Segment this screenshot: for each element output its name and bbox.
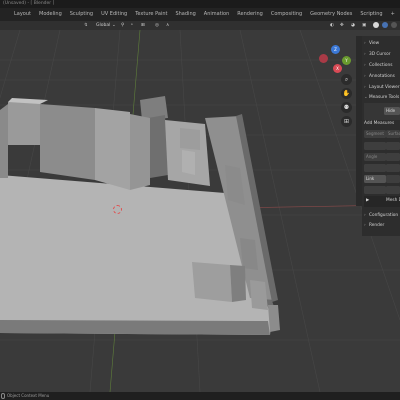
gizmo-x-icon[interactable]	[319, 54, 328, 63]
solid-shading-icon[interactable]	[373, 22, 379, 28]
hide-button[interactable]: Hide	[384, 107, 400, 115]
gizmo-toggle-icon[interactable]: ✥	[340, 22, 344, 29]
pivot-icon[interactable]: ⚲	[121, 22, 124, 29]
measure-option-5[interactable]	[386, 164, 400, 172]
tab-scripting[interactable]: Scripting	[356, 8, 386, 21]
orientation-dropdown[interactable]: Global	[96, 22, 110, 29]
angle-button[interactable]: Angle	[364, 153, 386, 161]
rendered-shading-icon[interactable]	[391, 22, 397, 28]
tab-sculpting[interactable]: Sculpting	[66, 8, 97, 21]
mouse-icon	[1, 393, 5, 399]
status-bar: Object Context Menu	[0, 392, 400, 400]
panel-render[interactable]: › Render	[364, 222, 384, 230]
proportional-edit-icon[interactable]: ◎	[155, 22, 159, 29]
material-shading-icon[interactable]	[382, 22, 388, 28]
measure-option-8[interactable]	[386, 186, 400, 194]
measure-option-4[interactable]	[364, 164, 386, 172]
3d-viewport[interactable]: Z Y X ⌕ ✋ ⚉ ⊞	[0, 30, 400, 392]
snap-target-icon[interactable]: ⊞	[141, 22, 145, 29]
title-bar: (Unsaved) - [ Blender ]	[0, 0, 400, 8]
tab-compositing[interactable]: Compositing	[267, 8, 306, 21]
view-object-types-icon[interactable]: ◐	[330, 22, 334, 29]
falloff-icon[interactable]: ∧	[166, 22, 169, 29]
viewport-header: ↯ Global ⌄ ⚲ ⚬ ⊞ ◎ ∧ ◐ ✥ ◕ ▣	[0, 21, 400, 30]
measure-option-1[interactable]	[364, 142, 386, 150]
panel-layout-viewer[interactable]: › Layout Viewer	[364, 84, 400, 92]
tab-texture-paint[interactable]: Texture Paint	[131, 8, 171, 21]
camera-icon[interactable]: ⚉	[341, 102, 352, 113]
tab-animation[interactable]: Animation	[200, 8, 234, 21]
scene-render	[0, 30, 400, 392]
zoom-icon[interactable]: ⌕	[341, 74, 352, 85]
panel-measure-tools[interactable]: ⌄Measure Tools	[364, 94, 399, 102]
xray-icon[interactable]: ▣	[362, 22, 366, 29]
tab-modeling[interactable]: Modeling	[35, 8, 66, 21]
gizmo-y-icon[interactable]: Y	[342, 56, 351, 65]
panel-view[interactable]: › View	[364, 40, 379, 48]
tab-geometry-nodes[interactable]: Geometry Nodes	[306, 8, 356, 21]
link-button[interactable]: Link	[364, 175, 386, 183]
measure-option-3[interactable]	[386, 153, 400, 161]
panel-annotations[interactable]: › Annotations	[364, 73, 395, 81]
measure-option-6[interactable]	[386, 175, 400, 183]
gizmo-x-positive-icon[interactable]: X	[333, 64, 342, 73]
add-workspace-button[interactable]: +	[387, 8, 399, 21]
measure-option-7[interactable]	[364, 186, 386, 194]
snap-icon[interactable]: ⚬	[130, 22, 134, 29]
window-title: (Unsaved) - [ Blender ]	[3, 1, 55, 6]
workspace-tabs: Layout Modeling Sculpting UV Editing Tex…	[0, 8, 400, 21]
panel-configuration[interactable]: › Configuration	[364, 212, 398, 220]
gizmo-z-icon[interactable]: Z	[331, 45, 340, 54]
play-icon[interactable]: ▶	[366, 197, 369, 205]
sidebar-n-panel: › View › 3D Cursor › Collections › Annotatio…	[362, 36, 400, 236]
status-text: Object Context Menu	[7, 393, 50, 398]
tab-layout[interactable]: Layout	[0, 8, 35, 21]
pan-hand-icon[interactable]: ✋	[341, 88, 352, 99]
mesh-label: Mesh D	[386, 198, 400, 203]
segment-button[interactable]: Segment	[364, 130, 386, 138]
panel-3d-cursor[interactable]: › 3D Cursor	[364, 51, 391, 59]
hide-row: Hide	[364, 103, 400, 120]
mesh-row: ▶ Mesh D	[364, 196, 400, 207]
tab-rendering[interactable]: Rendering	[233, 8, 267, 21]
grid-projection-icon[interactable]: ⊞	[341, 116, 352, 127]
3d-cursor-icon[interactable]	[113, 205, 122, 214]
tab-shading[interactable]: Shading	[171, 8, 199, 21]
add-measures-label: Add Measures	[364, 121, 395, 126]
panel-collections[interactable]: › Collections	[364, 62, 393, 70]
measure-option-2[interactable]	[386, 142, 400, 150]
chevron-down-icon[interactable]: ⌄	[112, 22, 116, 29]
tab-uv-editing[interactable]: UV Editing	[97, 8, 131, 21]
overlays-icon[interactable]: ◕	[351, 22, 355, 29]
transform-orientation-icon: ↯	[84, 23, 88, 28]
surface-button[interactable]: Surface	[386, 130, 400, 138]
